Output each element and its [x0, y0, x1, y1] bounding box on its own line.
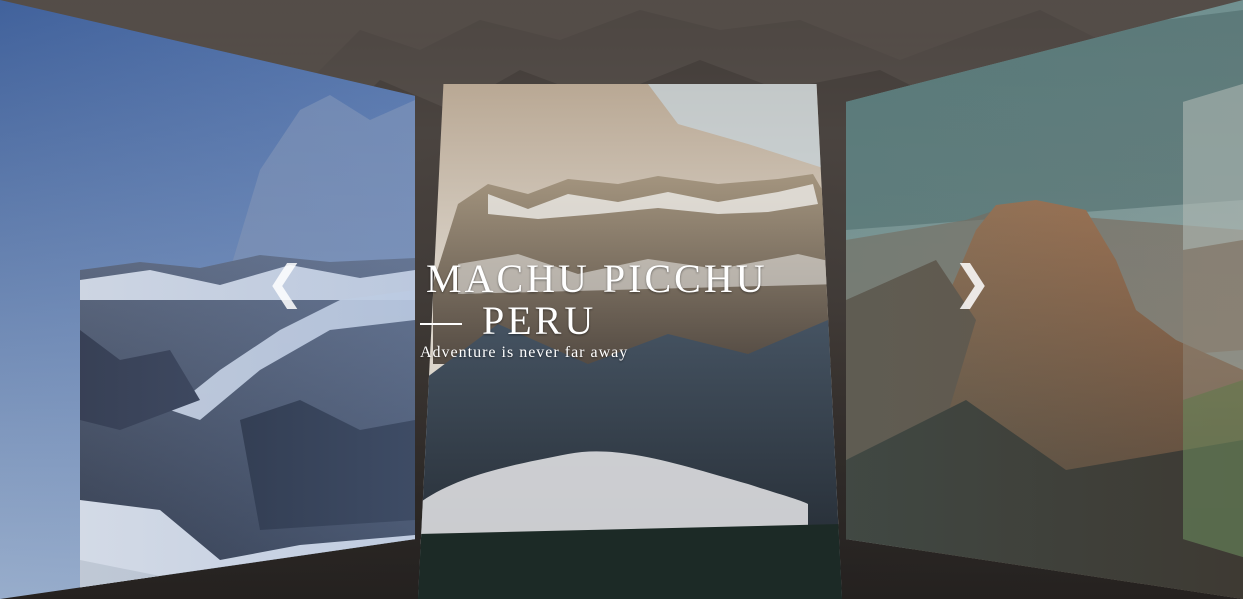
slide-subtitle-row: PERU	[420, 300, 768, 342]
left-slide-tint	[0, 0, 415, 599]
subtitle-dash	[420, 323, 462, 325]
slide-subtitle: PERU	[482, 298, 597, 343]
carousel-stage: MACHU PICCHU PERU Adventure is never far…	[0, 0, 1243, 599]
slide-left[interactable]	[0, 0, 415, 599]
slide-tagline: Adventure is never far away	[420, 344, 629, 361]
slide-title: MACHU PICCHU	[426, 256, 768, 301]
slide-caption: MACHU PICCHU PERU Adventure is never far…	[420, 258, 768, 362]
next-arrow-icon[interactable]: ❯	[952, 252, 992, 312]
prev-arrow-icon[interactable]: ❮	[265, 252, 305, 312]
